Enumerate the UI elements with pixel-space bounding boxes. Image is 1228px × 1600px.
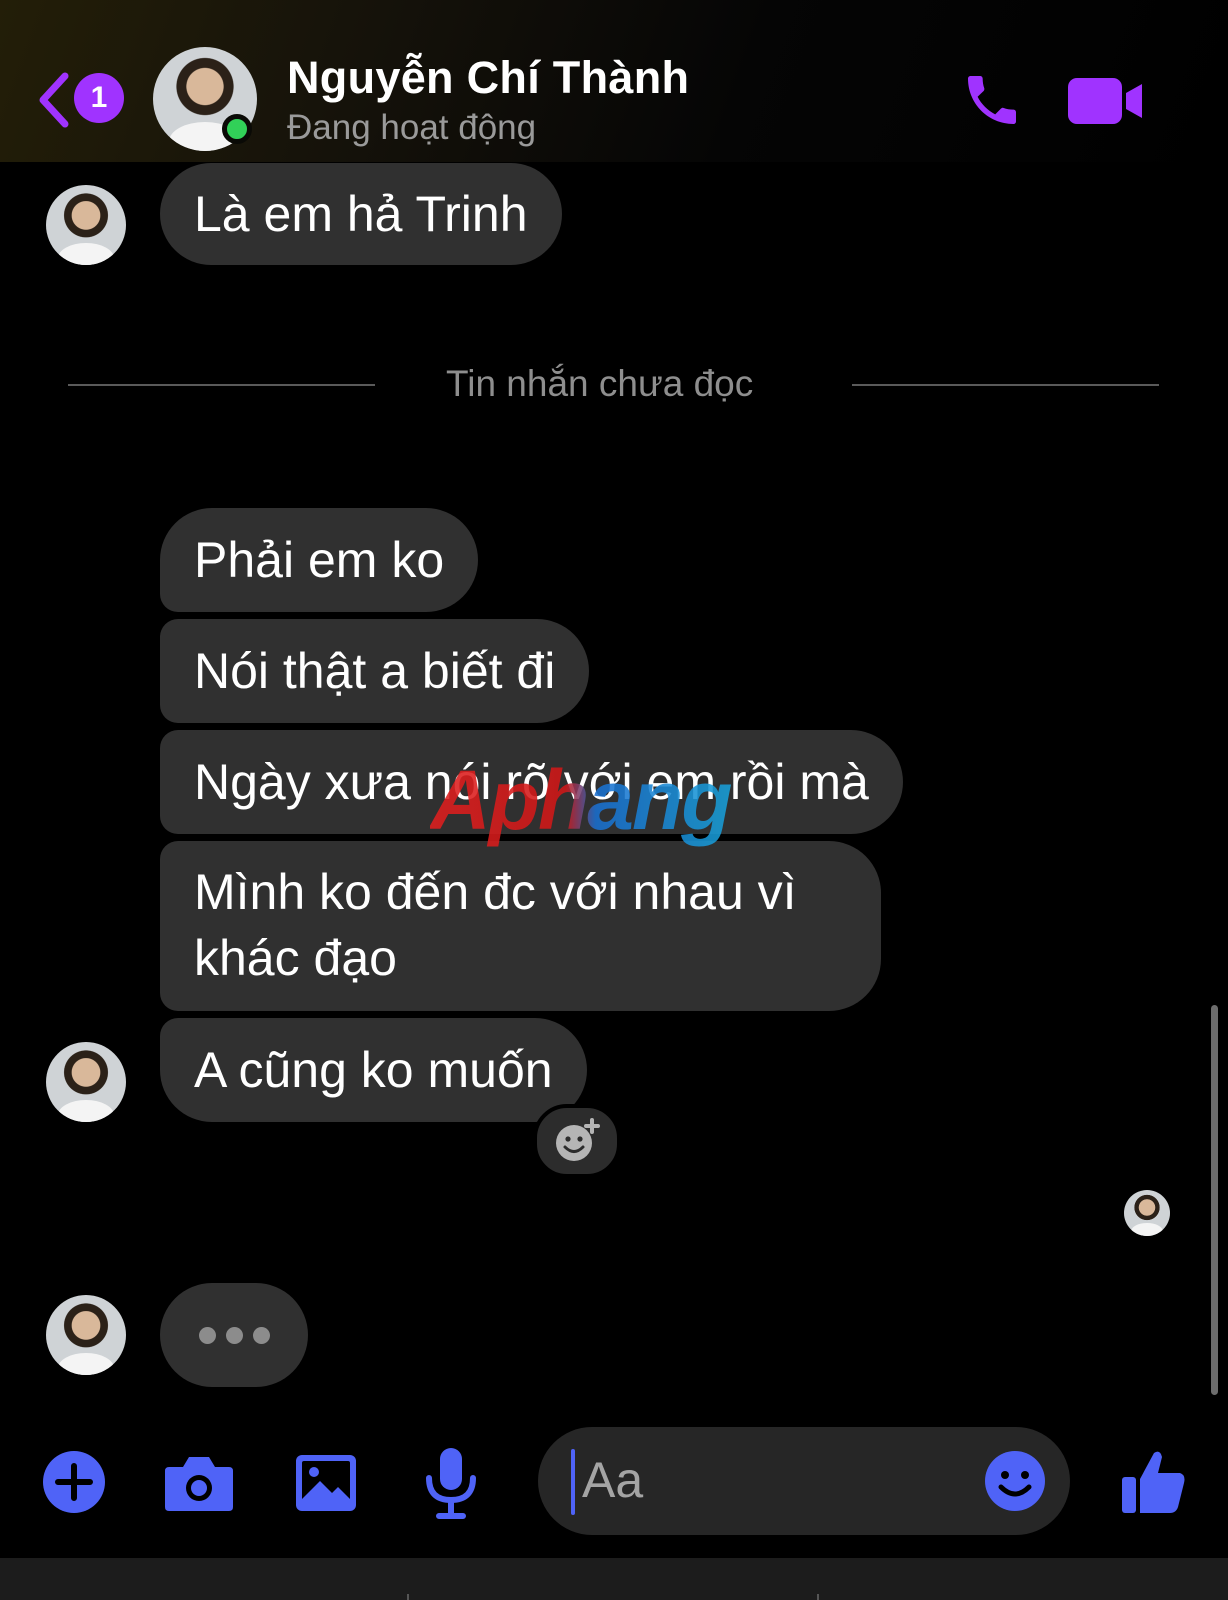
- video-camera-icon[interactable]: [1066, 76, 1146, 126]
- message-input-placeholder: Aa: [582, 1452, 644, 1508]
- bottom-system-bar: [0, 1558, 1228, 1600]
- typing-indicator: [160, 1283, 308, 1387]
- active-status: Đang hoạt động: [287, 108, 537, 147]
- microphone-icon[interactable]: [423, 1446, 479, 1520]
- thumbs-up-icon[interactable]: [1120, 1447, 1188, 1515]
- chat-header: 1 Nguyễn Chí Thành Đang hoạt động: [0, 0, 1228, 162]
- chevron-left-icon: [39, 72, 69, 128]
- message-text: Phải em ko: [194, 532, 445, 588]
- add-reaction-button[interactable]: [533, 1104, 621, 1178]
- gallery-icon[interactable]: [293, 1452, 359, 1514]
- scrollbar[interactable]: [1211, 1005, 1218, 1395]
- message-bubble[interactable]: Mình ko đến đc với nhau vì khác đạo: [160, 841, 881, 1011]
- message-bubble[interactable]: Là em hả Trinh: [160, 163, 562, 265]
- plus-icon[interactable]: [42, 1450, 106, 1514]
- message-text-line: khác đạo: [194, 930, 397, 986]
- add-reaction-icon: [556, 1118, 600, 1161]
- emoji-icon[interactable]: [984, 1450, 1046, 1512]
- divider-line-right: [852, 384, 1159, 386]
- message-text: Là em hả Trinh: [194, 186, 528, 242]
- online-status-dot: [222, 114, 252, 144]
- sender-avatar[interactable]: [46, 1042, 126, 1122]
- message-text: Nói thật a biết đi: [194, 643, 556, 699]
- unread-count-badge: 1: [74, 73, 124, 123]
- message-input[interactable]: Aa: [538, 1427, 1070, 1535]
- message-bubble[interactable]: Phải em ko: [160, 508, 479, 612]
- message-bubble[interactable]: Nói thật a biết đi: [160, 619, 590, 723]
- phone-icon[interactable]: [960, 68, 1024, 132]
- message-text: A cũng ko muốn: [194, 1042, 553, 1098]
- back-button[interactable]: 1: [36, 70, 136, 130]
- message-text-line: Mình ko đến đc với nhau vì: [194, 864, 797, 920]
- unread-divider-label: Tin nhắn chưa đọc: [446, 363, 754, 404]
- sender-avatar[interactable]: [46, 1295, 126, 1375]
- text-cursor: [571, 1449, 575, 1515]
- seen-receipt-avatar: [1124, 1190, 1170, 1236]
- message-bubble[interactable]: A cũng ko muốn: [160, 1018, 587, 1122]
- sender-avatar[interactable]: [46, 185, 126, 265]
- contact-name[interactable]: Nguyễn Chí Thành: [287, 52, 689, 104]
- camera-icon[interactable]: [163, 1453, 235, 1513]
- watermark-logo: Aphang: [430, 753, 733, 847]
- divider-line-left: [68, 384, 375, 386]
